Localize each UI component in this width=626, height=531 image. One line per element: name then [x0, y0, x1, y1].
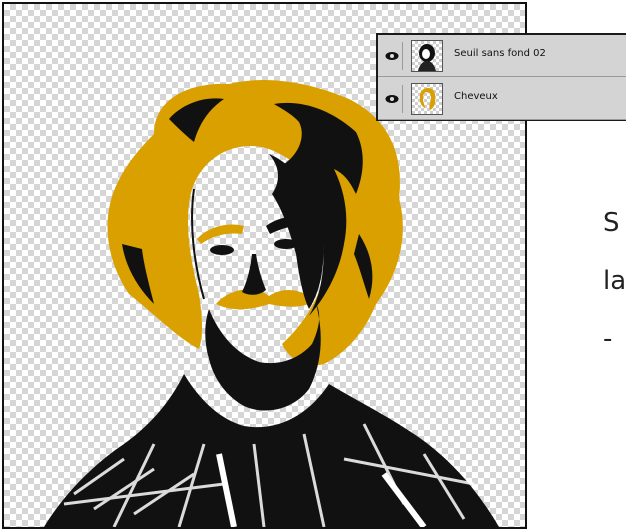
eyebrow-left — [197, 224, 244, 244]
eye-left — [210, 245, 234, 255]
hair-shape — [107, 79, 403, 366]
visibility-toggle[interactable] — [382, 85, 403, 113]
eye-icon — [385, 52, 399, 60]
eye-icon — [385, 95, 399, 103]
screenshot-stage: Seuil sans fond 02 Cheveux S la - — [0, 0, 626, 531]
visibility-toggle[interactable] — [382, 42, 403, 70]
eye-right — [274, 239, 298, 249]
side-text-line-2: la — [603, 266, 626, 296]
layer-row[interactable]: Cheveux — [378, 79, 626, 120]
side-text-line-3: - — [603, 324, 613, 354]
layer-row[interactable]: Seuil sans fond 02 — [378, 36, 626, 77]
side-text-line-1: S — [603, 208, 620, 238]
hair-shape-thumbnail-icon — [411, 83, 443, 115]
layers-panel: Seuil sans fond 02 Cheveux — [376, 33, 626, 121]
layer-name: Cheveux — [454, 91, 498, 102]
layer-name: Seuil sans fond 02 — [454, 48, 546, 59]
moustache-shape — [216, 289, 314, 310]
portrait-thumbnail-icon — [411, 40, 443, 72]
